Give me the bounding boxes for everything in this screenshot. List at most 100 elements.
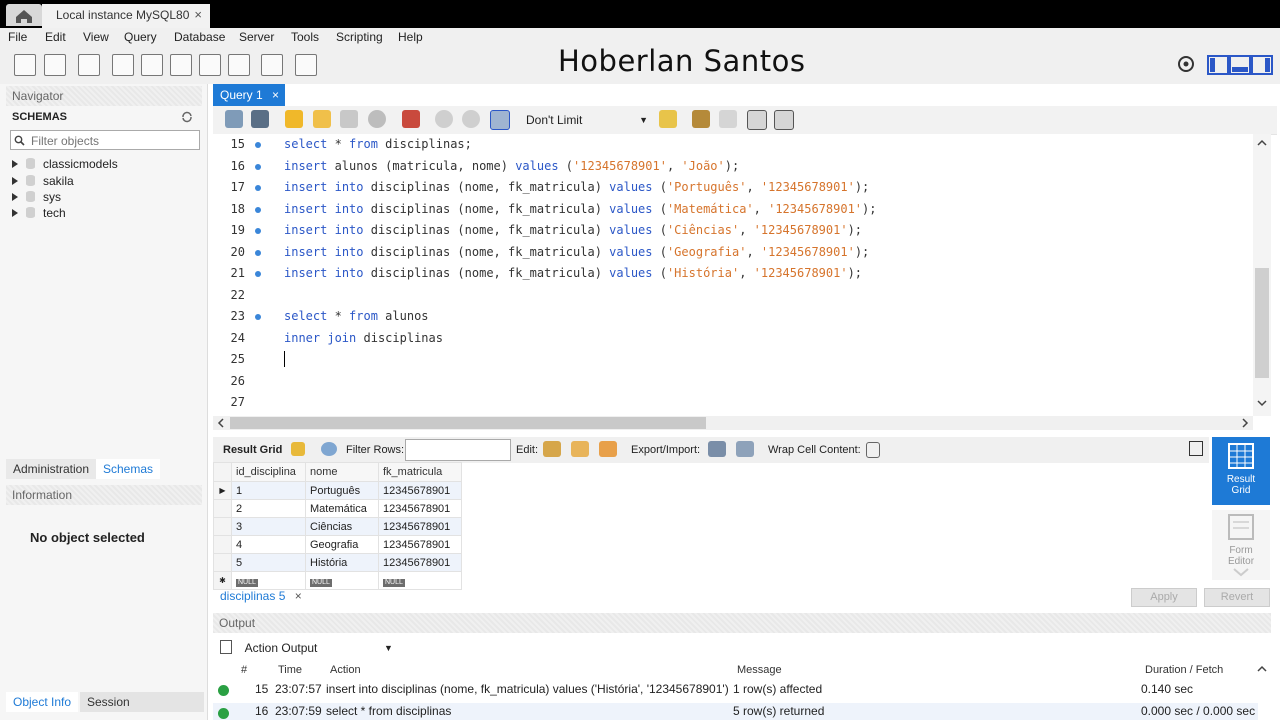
editor-vertical-scroll-thumb[interactable] [1255, 268, 1269, 378]
query-tab[interactable]: Query 1 × [213, 84, 285, 106]
output-type-select[interactable]: Action Output ▼ [220, 638, 395, 658]
table-cell[interactable]: 12345678901 [378, 535, 462, 554]
import-icon[interactable] [736, 441, 754, 457]
close-icon[interactable]: × [272, 84, 279, 106]
settings-icon[interactable] [1176, 54, 1196, 74]
tab-schemas[interactable]: Schemas [96, 459, 161, 479]
create-table-icon[interactable] [141, 54, 163, 76]
menu-query[interactable]: Query [124, 30, 157, 44]
create-function-icon[interactable] [228, 54, 250, 76]
table-cell[interactable]: 2 [231, 499, 306, 518]
close-icon[interactable]: × [194, 7, 202, 22]
schema-item-tech[interactable]: tech [12, 206, 66, 220]
menu-scripting[interactable]: Scripting [336, 30, 383, 44]
refresh-icon[interactable] [180, 111, 194, 123]
execute-statement-icon[interactable] [313, 110, 331, 128]
result-grid-side-button[interactable]: Result Grid [1212, 437, 1270, 505]
expand-arrow-icon[interactable] [12, 177, 18, 185]
delete-row-icon[interactable] [599, 441, 617, 457]
bookmark-icon[interactable] [659, 110, 677, 128]
create-view-icon[interactable] [170, 54, 192, 76]
table-cell[interactable]: 12345678901 [378, 553, 462, 572]
table-row[interactable]: 2 Matemática 12345678901 [213, 499, 462, 518]
result-grid-label[interactable]: Result Grid [223, 444, 282, 456]
expand-arrow-icon[interactable] [12, 160, 18, 168]
find-icon[interactable] [719, 110, 737, 128]
new-sql-tab-icon[interactable] [14, 54, 36, 76]
export-icon[interactable] [708, 441, 726, 457]
refresh-icon[interactable] [321, 442, 337, 456]
filter-objects-input[interactable] [29, 133, 193, 149]
open-file-icon[interactable] [225, 110, 243, 128]
table-row[interactable]: 3 Ciências 12345678901 [213, 517, 462, 536]
table-cell[interactable]: NULL [305, 571, 379, 590]
sql-editor[interactable]: 15 select * from disciplinas; 16 insert … [213, 134, 1253, 416]
connection-tab[interactable]: Local instance MySQL80 × [42, 4, 210, 28]
column-header[interactable]: fk_matricula [378, 462, 462, 482]
edit-row-icon[interactable] [543, 441, 561, 457]
reconnect-icon[interactable] [295, 54, 317, 76]
table-cell[interactable]: História [305, 553, 379, 572]
schema-item-sakila[interactable]: sakila [12, 174, 74, 188]
table-row[interactable]: 4 Geografia 12345678901 [213, 535, 462, 554]
form-editor-side-button[interactable]: Form Editor [1212, 510, 1270, 580]
table-cell[interactable]: NULL [378, 571, 462, 590]
table-cell[interactable]: 12345678901 [378, 481, 462, 500]
output-row-action[interactable]: select * from disciplinas [326, 704, 451, 718]
tab-session[interactable]: Session [80, 692, 204, 712]
column-header[interactable]: id_disciplina [231, 462, 306, 482]
menu-view[interactable]: View [83, 30, 109, 44]
beautify-icon[interactable] [692, 110, 710, 128]
execute-icon[interactable] [285, 110, 303, 128]
scroll-left-icon[interactable] [216, 417, 226, 429]
result-tab[interactable]: disciplinas 5 × [213, 586, 308, 606]
menu-file[interactable]: File [8, 30, 27, 44]
scroll-right-icon[interactable] [1240, 417, 1250, 429]
create-schema-icon[interactable] [112, 54, 134, 76]
tab-administration[interactable]: Administration [6, 459, 97, 479]
revert-button[interactable]: Revert [1204, 588, 1270, 607]
editor-horizontal-scroll-thumb[interactable] [230, 417, 706, 429]
menu-server[interactable]: Server [239, 30, 274, 44]
explain-icon[interactable] [340, 110, 358, 128]
table-cell[interactable]: 12345678901 [378, 499, 462, 518]
copy-icon[interactable] [220, 640, 232, 654]
scroll-up-icon[interactable] [1256, 138, 1268, 148]
filter-rows-input[interactable] [405, 439, 511, 461]
wrap-icon[interactable] [774, 110, 794, 130]
close-icon[interactable]: × [295, 589, 302, 603]
table-cell[interactable]: Matemática [305, 499, 379, 518]
rollback-icon[interactable] [462, 110, 480, 128]
table-cell[interactable]: 12345678901 [378, 517, 462, 536]
invisible-chars-icon[interactable] [747, 110, 767, 130]
table-cell[interactable]: Ciências [305, 517, 379, 536]
commit-icon[interactable] [435, 110, 453, 128]
column-header[interactable]: nome [305, 462, 379, 482]
insert-row-icon[interactable] [571, 441, 589, 457]
filter-objects-box[interactable] [10, 130, 200, 150]
wrap-cell-icon[interactable] [866, 442, 880, 458]
open-sql-file-icon[interactable] [44, 54, 66, 76]
table-cell[interactable]: 5 [231, 553, 306, 572]
scroll-down-icon[interactable] [1256, 398, 1268, 408]
table-cell[interactable]: Geografia [305, 535, 379, 554]
search-table-data-icon[interactable] [261, 54, 283, 76]
table-row[interactable]: ▶ 1 Português 12345678901 [213, 481, 462, 500]
schema-item-sys[interactable]: sys [12, 190, 61, 204]
output-row-partial[interactable]: 16 23:07:59 select * from disciplinas 5 … [213, 703, 1258, 720]
expand-arrow-icon[interactable] [12, 193, 18, 201]
table-cell[interactable]: 4 [231, 535, 306, 554]
grid-view-icon[interactable] [291, 442, 305, 456]
layout-toggle-icon[interactable] [1207, 54, 1273, 76]
inspector-icon[interactable] [78, 54, 100, 76]
menu-edit[interactable]: Edit [45, 30, 66, 44]
schema-item-classicmodels[interactable]: classicmodels [12, 157, 118, 171]
menu-help[interactable]: Help [398, 30, 423, 44]
autocommit-icon[interactable] [490, 110, 510, 130]
table-row[interactable]: 5 História 12345678901 [213, 553, 462, 572]
result-grid[interactable]: id_disciplina nome fk_matricula ▶ 1 Port… [213, 462, 473, 590]
create-procedure-icon[interactable] [199, 54, 221, 76]
expand-arrow-icon[interactable] [12, 209, 18, 217]
table-cell[interactable]: 3 [231, 517, 306, 536]
chevron-down-icon[interactable] [1231, 567, 1251, 577]
